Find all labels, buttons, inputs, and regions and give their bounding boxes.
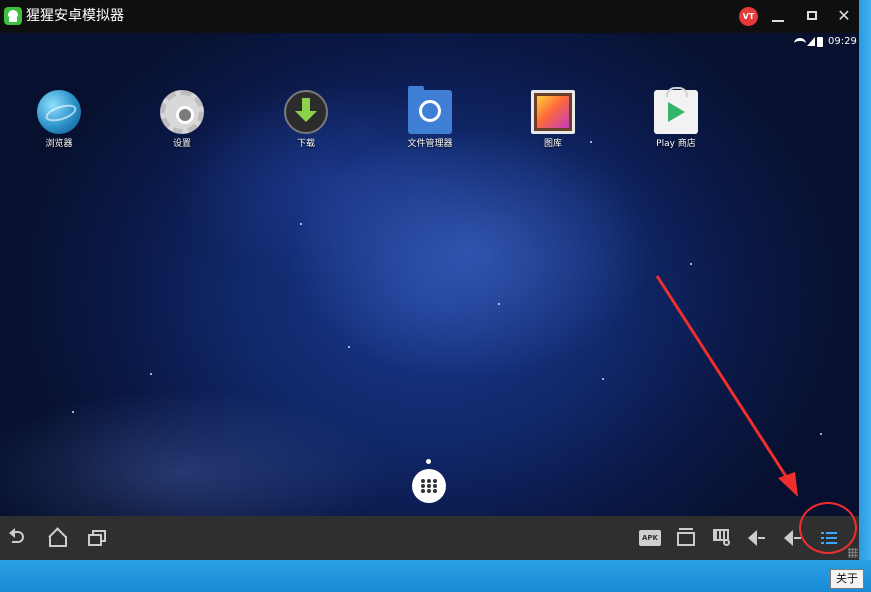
annotation-circle (799, 502, 857, 554)
annotation-arrow (655, 275, 798, 497)
